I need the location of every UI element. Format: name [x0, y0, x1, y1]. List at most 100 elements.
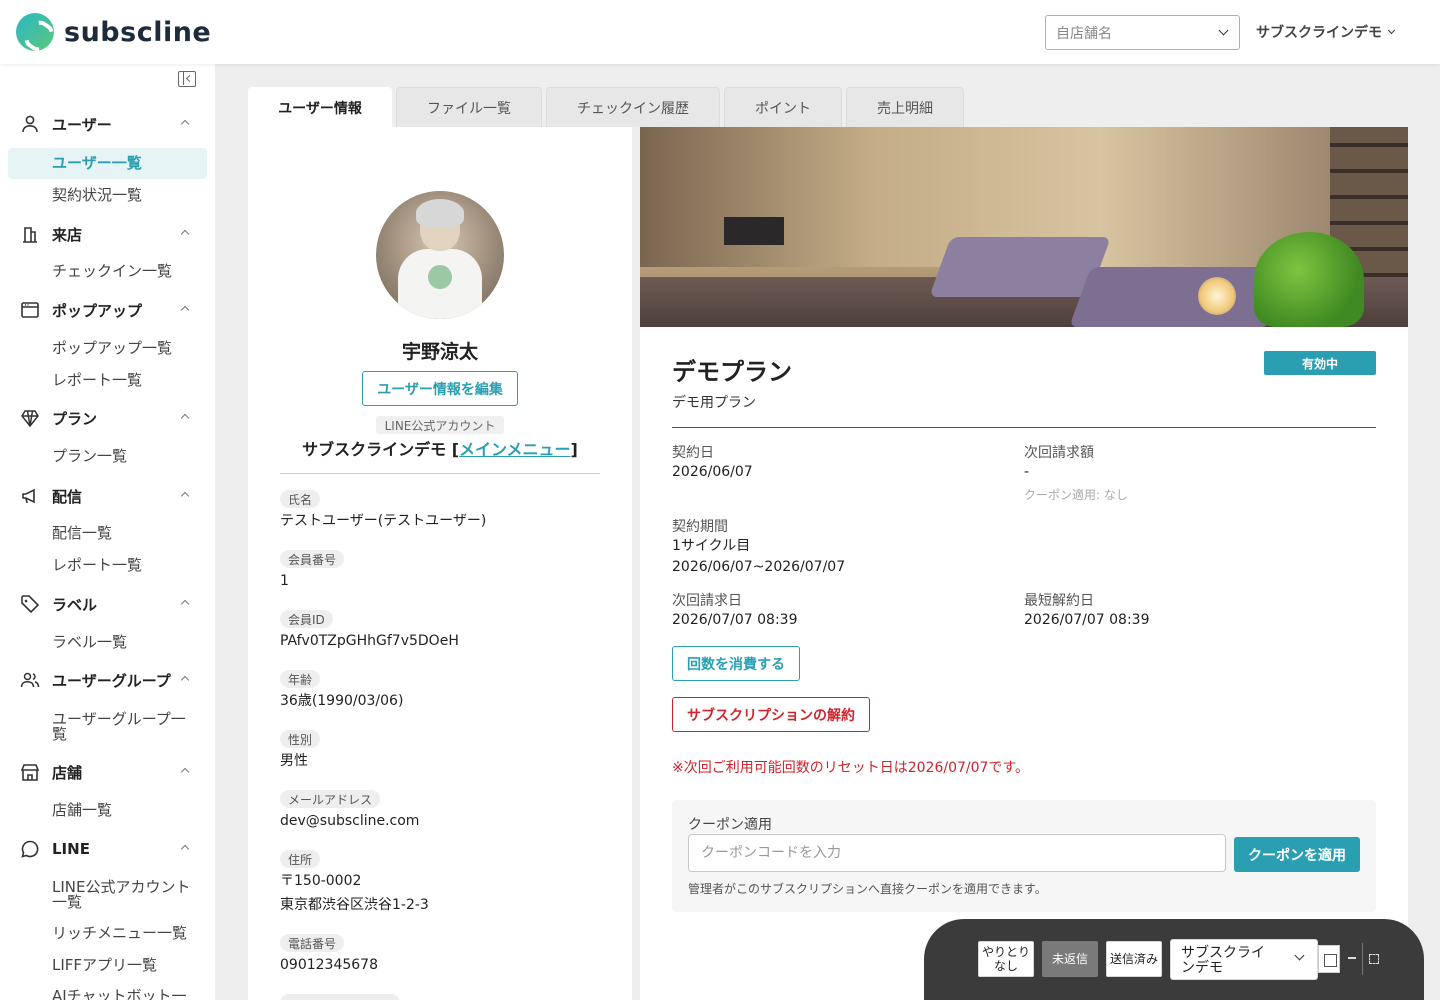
sidebar-item-popup-report[interactable]: レポート一覧 [52, 373, 202, 388]
tag-icon [21, 595, 40, 614]
diamond-icon [21, 410, 39, 428]
tab-points[interactable]: ポイント [724, 87, 842, 127]
users-icon [20, 672, 40, 688]
window-mode-icon[interactable] [1318, 945, 1340, 973]
sidebar-item-popup-list[interactable]: ポップアップ一覧 [52, 341, 202, 356]
period-range: 2026/06/07~2026/07/07 [672, 559, 846, 575]
sidebar-section-label: ユーザーグループ [52, 671, 171, 690]
sidebar-item-broadcast-report[interactable]: レポート一覧 [52, 558, 202, 573]
filter-unreplied-button[interactable]: 未返信 [1042, 941, 1098, 977]
field-label-phone: 電話番号 [280, 934, 345, 952]
chevron-up-icon [180, 599, 190, 609]
plan-title: デモプラン [672, 358, 792, 386]
avatar [376, 191, 504, 319]
cancel-subscription-button[interactable]: サブスクリプションの解約 [672, 697, 870, 732]
sidebar-item-liff-apps[interactable]: LIFFアプリ一覧 [52, 958, 202, 973]
window-icon [21, 302, 39, 318]
sidebar-section-label: 配信 [52, 487, 83, 506]
sidebar-section-stores[interactable]: 店舗 [0, 757, 215, 787]
account-name: サブスクラインデモ [1256, 25, 1382, 41]
chat-bubble-icon [21, 840, 39, 858]
plan-banner-image [640, 127, 1408, 327]
chat-account-select[interactable]: サブスクライ ンデモ [1170, 939, 1318, 980]
expand-icon[interactable] [1369, 954, 1379, 964]
contract-date-value: 2026/06/07 [672, 464, 753, 480]
main-menu-link[interactable]: メインメニュー [459, 440, 571, 459]
sidebar-section-label: 来店 [52, 225, 83, 244]
sidebar-section-labels[interactable]: ラベル [0, 589, 215, 619]
sidebar-section-popup[interactable]: ポップアップ [0, 295, 215, 325]
sidebar-item-ai-chatbot[interactable]: AIチャットボット一 [52, 989, 202, 1000]
sidebar-item-store-list[interactable]: 店舗一覧 [52, 803, 202, 818]
chevron-down-icon [1387, 26, 1396, 34]
filter-sent-button[interactable]: 送信済み [1106, 941, 1162, 977]
field-value-gender: 男性 [280, 753, 308, 769]
sidebar-section-broadcast[interactable]: 配信 [0, 481, 215, 511]
consume-count-button[interactable]: 回数を消費する [672, 646, 800, 681]
sidebar-item-user-list[interactable]: ユーザー一覧 [52, 156, 202, 171]
user-detail-tabs: ユーザー情報 ファイル一覧 チェックイン履歴 ポイント 売上明細 [248, 87, 964, 127]
sidebar-section-user-groups[interactable]: ユーザーグループ [0, 665, 215, 695]
logo[interactable]: subscline [16, 13, 211, 51]
chevron-up-icon [180, 119, 190, 129]
field-value-phone: 09012345678 [280, 957, 378, 973]
user-icon [22, 115, 38, 133]
edit-user-button[interactable]: ユーザー情報を編集 [362, 371, 518, 406]
store-icon [20, 764, 40, 781]
sidebar-item-label-list[interactable]: ラベル一覧 [52, 635, 202, 650]
coupon-label: クーポン適用 [688, 817, 772, 833]
plan-divider [672, 427, 1376, 428]
sidebar-section-label: プラン [52, 409, 98, 428]
chevron-up-icon [180, 229, 190, 239]
tab-user-info[interactable]: ユーザー情報 [248, 87, 392, 127]
contract-date-label: 契約日 [672, 445, 714, 461]
field-value-email: dev@subscline.com [280, 813, 420, 829]
chevron-up-icon [180, 413, 190, 423]
megaphone-icon [22, 488, 35, 504]
sidebar-collapse-icon[interactable] [178, 71, 196, 87]
field-label-address: 住所 [280, 850, 321, 868]
tab-checkin-history[interactable]: チェックイン履歴 [546, 87, 720, 127]
sidebar-section-users[interactable]: ユーザー [0, 109, 215, 139]
sidebar-item-rich-menu[interactable]: リッチメニュー一覧 [52, 926, 202, 941]
sidebar-item-checkin-list[interactable]: チェックイン一覧 [52, 264, 202, 279]
user-profile-card: 宇野涼太 ユーザー情報を編集 LINE公式アカウント サブスクラインデモ [メイ… [248, 127, 632, 1000]
chevron-up-icon [180, 675, 190, 685]
tab-sales-details[interactable]: 売上明細 [846, 87, 964, 127]
sidebar-item-broadcast-list[interactable]: 配信一覧 [52, 526, 202, 541]
next-billing-value: 2026/07/07 08:39 [672, 612, 798, 628]
field-label-member-id: 会員ID [280, 610, 333, 628]
status-badge: 有効中 [1264, 351, 1376, 375]
line-account-suffix: ] [570, 440, 578, 459]
field-value-name: テストユーザー(テストユーザー) [280, 513, 487, 529]
chat-account-select-value: サブスクライ ンデモ [1181, 945, 1265, 976]
minimize-icon[interactable] [1348, 957, 1356, 959]
sidebar-item-plan-list[interactable]: プラン一覧 [52, 449, 202, 464]
sidebar: ユーザー ユーザー一覧 契約状況一覧 来店 チェックイン一覧 ポップアップ ポッ… [0, 64, 215, 1000]
sidebar-section-label: ラベル [52, 595, 98, 614]
field-value-postal-code: 〒150-0002 [280, 873, 362, 889]
sidebar-item-contract-status[interactable]: 契約状況一覧 [52, 188, 202, 203]
logo-text: subscline [64, 16, 212, 48]
store-select[interactable]: 自店舗名 [1045, 15, 1240, 50]
coupon-code-input[interactable] [688, 834, 1226, 872]
chevron-down-icon [1218, 25, 1229, 36]
sidebar-section-line[interactable]: LINE [0, 834, 215, 864]
store-select-placeholder: 自店舗名 [1056, 25, 1112, 42]
period-label: 契約期間 [672, 519, 728, 535]
account-menu[interactable]: サブスクラインデモ [1256, 22, 1396, 42]
coupon-help-text: 管理者がこのサブスクリプションへ直接クーポンを適用できます。 [688, 882, 1047, 896]
sidebar-item-user-group-list[interactable]: ユーザーグループ一覧 [52, 712, 192, 742]
line-account-prefix: サブスクラインデモ [ [302, 440, 460, 459]
filter-no-exchange-button[interactable]: やりとり なし [978, 941, 1034, 977]
tab-file-list[interactable]: ファイル一覧 [396, 87, 542, 127]
sidebar-section-visits[interactable]: 来店 [0, 219, 215, 249]
chevron-up-icon [180, 844, 190, 854]
field-label-member-number: 会員番号 [280, 550, 345, 568]
line-account-name: サブスクラインデモ [メインメニュー] [248, 436, 632, 460]
field-label-age: 年齢 [280, 670, 321, 688]
next-amount-value: - [1024, 464, 1030, 480]
apply-coupon-button[interactable]: クーポンを適用 [1234, 837, 1360, 872]
sidebar-section-plans[interactable]: プラン [0, 403, 215, 433]
sidebar-item-line-accounts[interactable]: LINE公式アカウント一覧 [52, 880, 197, 910]
